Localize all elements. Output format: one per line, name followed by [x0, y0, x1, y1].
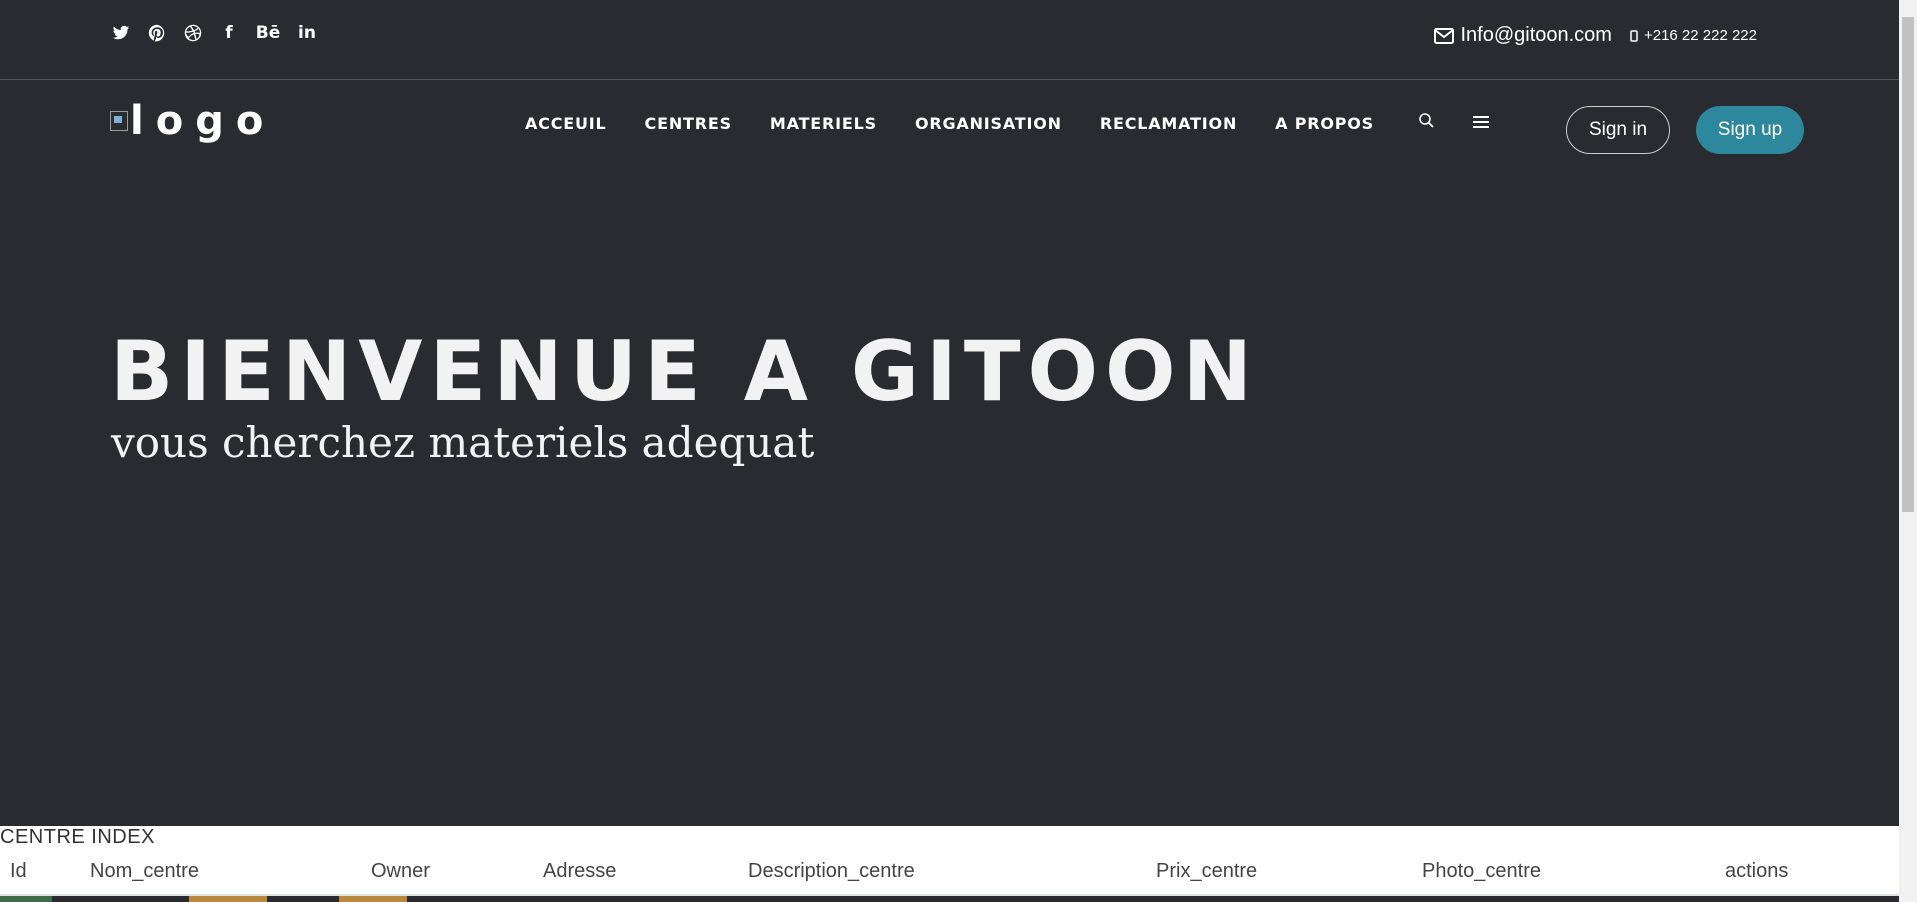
hamburger-menu-icon[interactable] [1473, 116, 1489, 130]
search-icon[interactable] [1418, 112, 1436, 130]
column-header-description-centre: Description_centre [748, 860, 915, 882]
social-links: f Bē in [110, 22, 318, 44]
column-header-photo-centre: Photo_centre [1422, 860, 1541, 882]
column-header-prix-centre: Prix_centre [1156, 860, 1258, 882]
row-image [339, 896, 407, 902]
column-header-owner: Owner [371, 860, 430, 882]
pinterest-icon[interactable] [146, 22, 168, 44]
nav-item-materiels[interactable]: MATERIELS [770, 114, 877, 133]
sign-in-button[interactable]: Sign in [1566, 106, 1670, 154]
column-header-adresse: Adresse [543, 860, 617, 882]
twitter-icon[interactable] [110, 22, 132, 44]
email-contact[interactable]: Info@gitoon.com [1434, 24, 1612, 47]
section-title: CENTRE INDEX [0, 826, 155, 848]
scrollbar-thumb[interactable] [1902, 17, 1914, 512]
broken-image-icon [110, 111, 128, 131]
site-logo[interactable]: logo [110, 98, 275, 144]
nav-item-organisation[interactable]: ORGANISATION [915, 114, 1062, 133]
hero-title: BIENVENUE A GITOON [110, 323, 1260, 420]
column-header-nom-centre: Nom_centre [90, 860, 199, 882]
envelope-icon [1434, 27, 1455, 44]
behance-icon[interactable]: Bē [254, 22, 282, 44]
row-image [189, 896, 267, 902]
row-thumbnail [0, 896, 52, 902]
table-row-partial [0, 896, 1899, 902]
nav-item-centres[interactable]: CENTRES [645, 114, 732, 133]
column-header-actions: actions [1725, 860, 1789, 882]
phone-text: +216 22 222 222 [1643, 27, 1757, 44]
contact-info: Info@gitoon.com +216 22 222 222 [1434, 24, 1757, 47]
table-header: Id Nom_centre Owner Adresse Description_… [0, 854, 1899, 896]
nav-menu: ACCEUIL CENTRES MATERIELS ORGANISATION R… [525, 114, 1374, 133]
mobile-phone-icon [1630, 29, 1638, 42]
logo-alt-text: logo [130, 98, 276, 144]
dribbble-icon[interactable] [182, 22, 204, 44]
top-bar: f Bē in Info@gitoon.com +216 22 222 222 [0, 0, 1899, 80]
nav-item-a-propos[interactable]: A PROPOS [1275, 114, 1374, 133]
hero-section: f Bē in Info@gitoon.com +216 22 222 222 [0, 0, 1899, 826]
hero-subtitle: vous cherchez materiels adequat [111, 418, 815, 467]
main-navbar: logo ACCEUIL CENTRES MATERIELS ORGANISAT… [0, 80, 1899, 180]
nav-item-acceuil[interactable]: ACCEUIL [525, 114, 607, 133]
facebook-icon[interactable]: f [218, 22, 240, 44]
nav-item-reclamation[interactable]: RECLAMATION [1100, 114, 1237, 133]
phone-contact[interactable]: +216 22 222 222 [1630, 27, 1757, 44]
linkedin-icon[interactable]: in [296, 22, 318, 44]
column-header-id: Id [10, 860, 27, 882]
email-text: Info@gitoon.com [1460, 24, 1612, 46]
vertical-scrollbar[interactable] [1899, 0, 1917, 902]
sign-up-button[interactable]: Sign up [1696, 106, 1804, 154]
